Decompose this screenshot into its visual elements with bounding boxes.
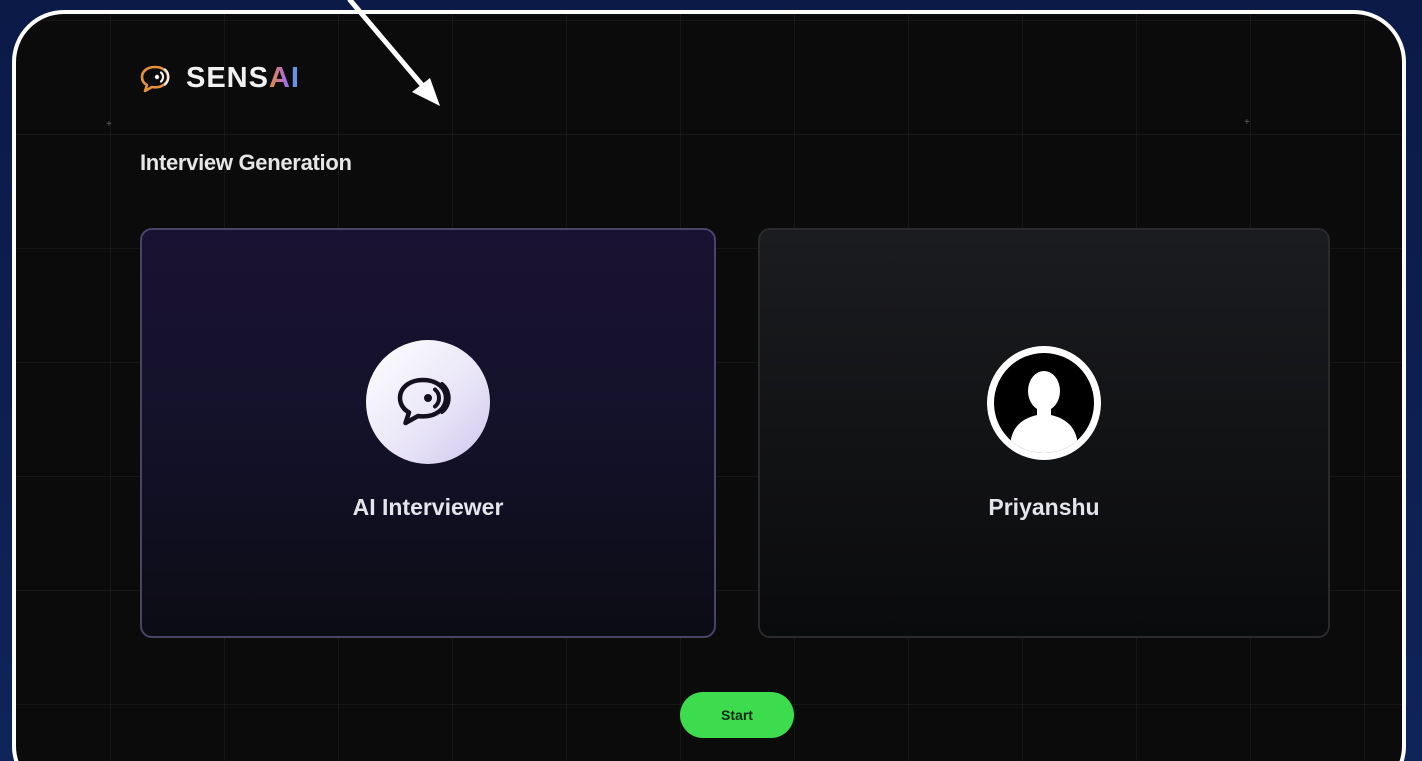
candidate-name-label: Priyanshu — [988, 494, 1100, 520]
start-button[interactable]: Start — [680, 692, 794, 738]
app-logo[interactable]: SENSAI — [140, 62, 300, 95]
candidate-avatar-inner — [994, 353, 1094, 453]
sparkle-decoration: + — [1244, 117, 1250, 128]
page-title: Interview Generation — [140, 150, 352, 175]
ai-avatar — [366, 340, 490, 464]
candidate-avatar — [987, 346, 1101, 460]
logo-text-accent: AI — [268, 62, 300, 94]
sparkle-decoration: + — [106, 119, 112, 130]
app-window: + + SENSAI Interview Generation AI Inter… — [12, 10, 1406, 761]
ai-interviewer-label: AI Interviewer — [352, 494, 504, 520]
user-silhouette-icon — [1011, 371, 1077, 453]
speech-bubble-sound-icon — [397, 377, 451, 426]
logo-wordmark: SENSAI — [186, 62, 300, 95]
speech-bubble-sound-icon — [140, 65, 170, 92]
candidate-card[interactable]: Priyanshu — [758, 228, 1330, 638]
logo-text-main: SENS — [186, 62, 269, 94]
ai-interviewer-card[interactable]: AI Interviewer — [140, 228, 716, 638]
